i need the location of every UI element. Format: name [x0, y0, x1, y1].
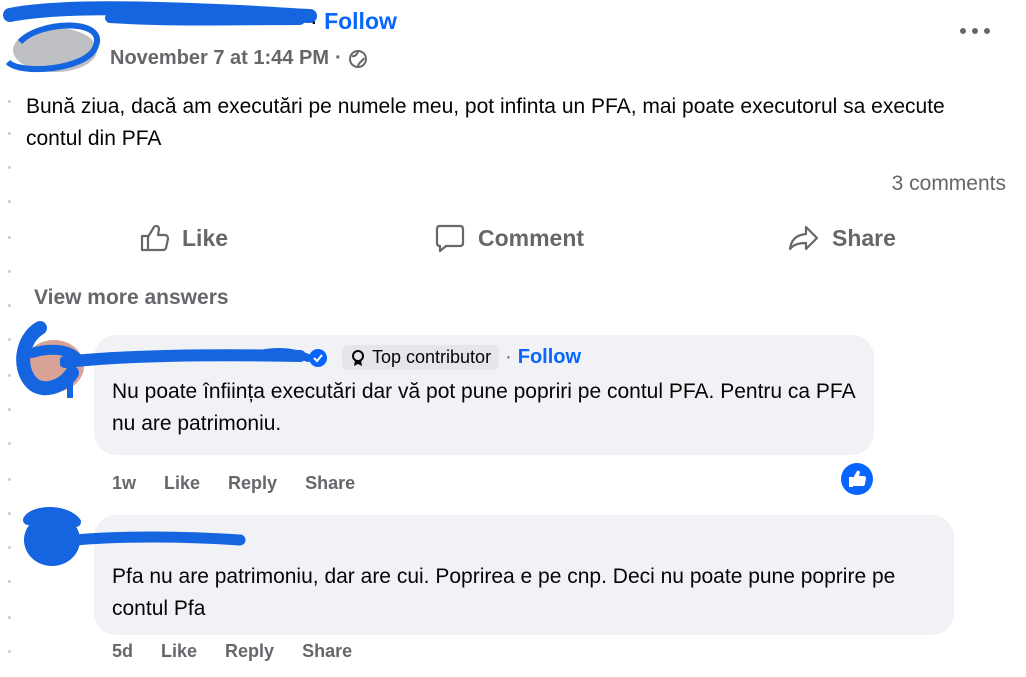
comment2-share-button[interactable]: Share [302, 641, 352, 662]
comment1-time[interactable]: 1w [112, 473, 136, 494]
comment1-follow-button[interactable]: Follow [518, 346, 581, 369]
post-text: Bună ziua, dacă am executări pe numele m… [26, 95, 945, 150]
follow-button[interactable]: Follow [324, 8, 397, 34]
like-action-button[interactable]: Like [138, 222, 228, 254]
share-label: Share [832, 224, 896, 251]
globe-icon [348, 49, 367, 68]
thumbs-up-icon [140, 224, 170, 252]
more-options-icon[interactable] [958, 24, 992, 43]
top-contributor-badge[interactable]: Top contributor [342, 345, 500, 370]
share-arrow-icon [788, 225, 819, 251]
verified-badge-icon [309, 349, 327, 367]
comment2-like-button[interactable]: Like [161, 641, 197, 662]
comment1-author-redaction [60, 347, 312, 368]
comments-count[interactable]: 3 comments [892, 172, 1006, 196]
comment2-text: Pfa nu are patrimoniu, dar are cui. Popr… [112, 565, 896, 620]
comment-label: Comment [478, 224, 585, 251]
comment1-reply-button[interactable]: Reply [228, 473, 277, 494]
comment1-text: Nu poate înființa executări dar vă pot p… [112, 380, 855, 435]
meta-separator: · [334, 47, 342, 69]
comment-action-button[interactable]: Comment [434, 222, 584, 254]
post-timestamp[interactable]: November 7 at 1:44 PM [110, 47, 329, 70]
like-label: Like [182, 224, 229, 251]
comment1-like-button[interactable]: Like [164, 473, 200, 494]
comment1-actions: 1w Like Reply Share [112, 473, 355, 494]
header-separator: · [310, 8, 318, 34]
contributor-award-icon [352, 349, 364, 366]
comment-icon [435, 224, 465, 253]
comment1-share-button[interactable]: Share [305, 473, 355, 494]
post-header-follow: · Follow [310, 8, 397, 35]
comment1-follow-separator: · [505, 346, 512, 368]
comment2-actions: 5d Like Reply Share [112, 641, 352, 662]
top-contributor-label: Top contributor [372, 347, 492, 367]
like-reaction-icon[interactable] [840, 462, 874, 496]
share-action-button[interactable]: Share [788, 222, 896, 254]
comment1-header-extras: Top contributor · Follow [342, 345, 581, 370]
post-meta: November 7 at 1:44 PM · [110, 47, 368, 70]
comment2-time[interactable]: 5d [112, 641, 133, 662]
comment2-reply-button[interactable]: Reply [225, 641, 274, 662]
view-more-answers[interactable]: View more answers [34, 286, 229, 310]
comment2-author-redaction [70, 531, 246, 546]
